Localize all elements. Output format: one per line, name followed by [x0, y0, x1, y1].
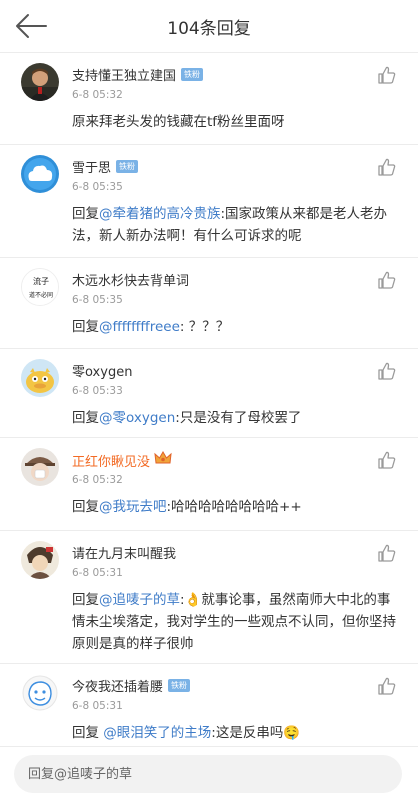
crown-icon — [154, 450, 172, 470]
user-name-line: 正红你瞅见没 — [72, 450, 172, 470]
thumbs-up-icon[interactable] — [377, 270, 397, 290]
reply-time: 6-8 05:32 — [72, 89, 123, 101]
reply-content: 回复 @眼泪笑了的主场:这是反串吗🤤 — [72, 722, 398, 744]
thumbs-up-icon[interactable] — [377, 65, 397, 85]
reply-text: : ？？？ — [179, 319, 230, 335]
reply-time: 6-8 05:31 — [72, 567, 123, 579]
reply-content: 回复@ffffffffreee: ？？？ — [72, 316, 398, 338]
reply-prefix: 回复 — [72, 499, 99, 515]
reply-item: 流子 道不必同 木远水杉快去背单词 6-8 05:35 回复@ffffffffr… — [0, 258, 418, 349]
thumbs-up-icon[interactable] — [377, 361, 397, 381]
user-name[interactable]: 正红你瞅见没 — [72, 451, 150, 470]
reply-time: 6-8 05:35 — [72, 181, 123, 193]
reply-time: 6-8 05:35 — [72, 294, 123, 306]
user-name-line: 请在九月末叫醒我 — [72, 543, 176, 562]
avatar-text-line-1: 流子 — [33, 276, 49, 286]
user-name[interactable]: 雪于思 — [72, 157, 111, 176]
mention-link[interactable]: @眼泪笑了的主场 — [103, 725, 211, 741]
reply-content: 回复@追唛子的草:👌就事论事，虽然南师大中北的事情未尘埃落定，我对学生的一些观点… — [72, 589, 398, 655]
user-avatar[interactable] — [21, 63, 59, 101]
page-title: 104条回复 — [167, 19, 251, 39]
reply-content: 回复@牵着猪的高冷贵族:国家政策从来都是老人老办法，新人新办法啊！有什么可诉求的… — [72, 203, 398, 247]
user-avatar[interactable] — [21, 155, 59, 193]
user-avatar[interactable] — [21, 674, 59, 712]
reply-prefix: 回复 — [72, 206, 99, 222]
user-name[interactable]: 零oxygen — [72, 361, 132, 380]
user-name-line: 支持懂王独立建国 铁粉 — [72, 65, 204, 84]
reply-text: :这是反串吗🤤 — [211, 725, 301, 741]
user-name[interactable]: 今夜我还插着腰 — [72, 676, 163, 695]
reply-text: 原来拜老头发的钱藏在tf粉丝里面呀 — [72, 114, 285, 130]
user-avatar[interactable] — [21, 448, 59, 486]
reply-input[interactable] — [14, 755, 402, 793]
mention-link[interactable]: @ffffffffreee — [99, 319, 180, 335]
thumbs-up-icon[interactable] — [377, 157, 397, 177]
reply-time: 6-8 05:33 — [72, 385, 123, 397]
mention-link[interactable]: @追唛子的草 — [99, 592, 180, 608]
user-avatar[interactable] — [21, 541, 59, 579]
fan-badge: 铁粉 — [181, 68, 204, 81]
reply-prefix: 回复 — [72, 319, 99, 335]
reply-item: 正红你瞅见没 6-8 05:32 回复@我玩去吧:哈哈哈哈哈哈哈哈++ — [0, 438, 418, 531]
user-name[interactable]: 支持懂王独立建国 — [72, 65, 176, 84]
reply-text: :只是没有了母校罢了 — [175, 410, 302, 426]
reply-content: 原来拜老头发的钱藏在tf粉丝里面呀 — [72, 111, 398, 133]
reply-item: 今夜我还插着腰 铁粉 6-8 05:31 回复 @眼泪笑了的主场:这是反串吗🤤 — [0, 664, 418, 746]
reply-item: 雪于思 铁粉 6-8 05:35 回复@牵着猪的高冷贵族:国家政策从来都是老人老… — [0, 145, 418, 258]
user-avatar[interactable] — [21, 359, 59, 397]
mention-link[interactable]: @零oxygen — [99, 410, 175, 426]
reply-content: 回复@我玩去吧:哈哈哈哈哈哈哈哈++ — [72, 496, 398, 518]
reply-time: 6-8 05:31 — [72, 700, 123, 712]
fan-badge: 铁粉 — [168, 679, 191, 692]
user-name-line: 木远水杉快去背单词 — [72, 270, 189, 289]
fan-badge: 铁粉 — [116, 160, 139, 173]
reply-text: :哈哈哈哈哈哈哈哈++ — [166, 499, 302, 515]
reply-time: 6-8 05:32 — [72, 474, 123, 486]
reply-prefix: 回复 — [72, 725, 104, 741]
reply-item: 支持懂王独立建国 铁粉 6-8 05:32 原来拜老头发的钱藏在tf粉丝里面呀 — [0, 53, 418, 145]
mention-link[interactable]: @牵着猪的高冷贵族 — [99, 206, 221, 222]
reply-item: 请在九月末叫醒我 6-8 05:31 回复@追唛子的草:👌就事论事，虽然南师大中… — [0, 531, 418, 664]
user-avatar[interactable]: 流子 道不必同 — [21, 268, 59, 306]
user-name[interactable]: 请在九月末叫醒我 — [72, 543, 176, 562]
thumbs-up-icon[interactable] — [377, 450, 397, 470]
user-name[interactable]: 木远水杉快去背单词 — [72, 270, 189, 289]
reply-list[interactable]: 支持懂王独立建国 铁粉 6-8 05:32 原来拜老头发的钱藏在tf粉丝里面呀 … — [0, 53, 418, 746]
user-name-line: 今夜我还插着腰 铁粉 — [72, 676, 191, 695]
reply-prefix: 回复 — [72, 410, 99, 426]
mention-link[interactable]: @我玩去吧 — [99, 499, 167, 515]
reply-prefix: 回复 — [72, 592, 99, 608]
reply-item: 零oxygen 6-8 05:33 回复@零oxygen:只是没有了母校罢了 — [0, 349, 418, 438]
avatar-text-line-2: 道不必同 — [29, 291, 53, 299]
user-name-line: 零oxygen — [72, 361, 132, 380]
reply-input-bar — [0, 746, 418, 801]
thumbs-up-icon[interactable] — [377, 676, 397, 696]
user-name-line: 雪于思 铁粉 — [72, 157, 139, 176]
top-bar: 104条回复 — [0, 0, 418, 53]
reply-content: 回复@零oxygen:只是没有了母校罢了 — [72, 407, 398, 429]
thumbs-up-icon[interactable] — [377, 543, 397, 563]
